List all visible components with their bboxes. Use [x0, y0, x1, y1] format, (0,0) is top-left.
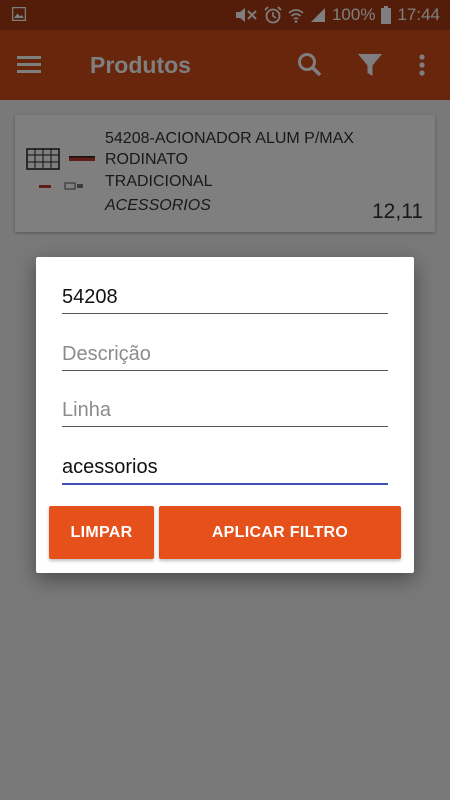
code-field — [62, 273, 388, 314]
category-field — [62, 443, 388, 485]
filter-dialog: LIMPAR APLICAR FILTRO — [36, 257, 414, 573]
line-input[interactable] — [62, 399, 388, 422]
code-input[interactable] — [62, 286, 388, 309]
line-field — [62, 386, 388, 427]
description-field — [62, 330, 388, 371]
category-input[interactable] — [62, 456, 388, 479]
clear-button[interactable]: LIMPAR — [49, 506, 154, 559]
description-input[interactable] — [62, 343, 388, 366]
apply-filter-button[interactable]: APLICAR FILTRO — [159, 506, 401, 559]
